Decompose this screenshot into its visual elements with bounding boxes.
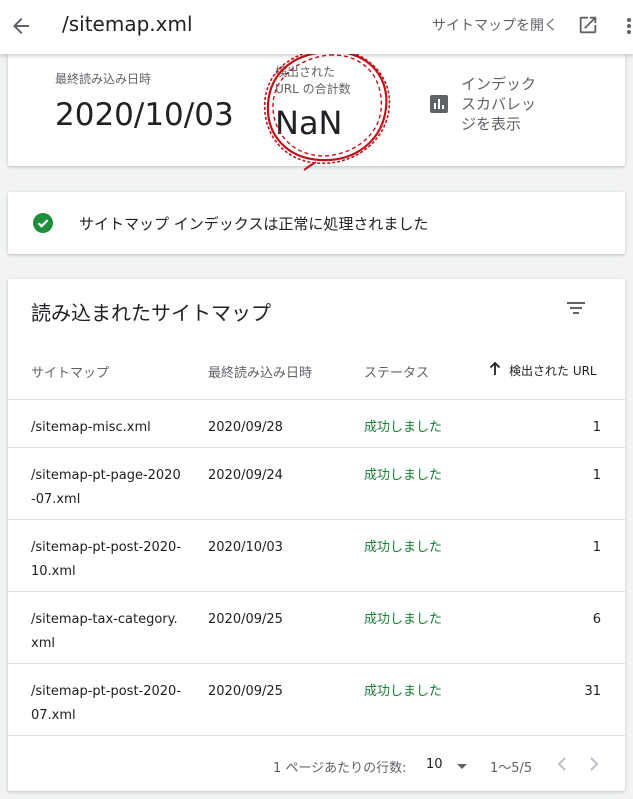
last-read-date: 2020/09/25: [208, 684, 283, 699]
sitemap-path: /sitemap-pt-page-2020-07.xml: [31, 468, 181, 507]
sitemaps-table-card: 読み込まれたサイトマップ サイトマップ 最終読み込み日時 ステータス 検出された…: [8, 279, 625, 791]
rows-per-page-select[interactable]: 10: [426, 757, 443, 772]
discovered-count: 1: [592, 540, 601, 555]
status-card: サイトマップ インデックスは正常に処理されました: [8, 192, 625, 254]
summary-card: 最終読み込み日時 2020/10/03 検出された URL の合計数 NaN イ…: [8, 47, 625, 171]
coverage-line3: ジを表示: [461, 115, 522, 133]
last-read-value: 2020/10/03: [55, 97, 234, 133]
last-read-date: 2020/10/03: [208, 540, 283, 555]
last-read-date: 2020/09/25: [208, 612, 283, 627]
more-vert-icon[interactable]: [621, 14, 633, 38]
column-header-sitemap[interactable]: サイトマップ: [31, 362, 109, 381]
discovered-count: 6: [592, 612, 601, 627]
page-range: 1〜5/5: [490, 761, 533, 776]
filter-icon[interactable]: [565, 298, 587, 318]
view-coverage-link[interactable]: インデック スカバレッ ジを表示: [461, 74, 536, 134]
coverage-line2: スカバレッ: [461, 95, 537, 113]
table-row[interactable]: /sitemap-pt-post-2020-10.xml 2020/10/03 …: [8, 519, 625, 591]
status-message: サイトマップ インデックスは正常に処理されました: [79, 215, 429, 233]
status-text: 成功しました: [364, 420, 443, 435]
column-header-last-read[interactable]: 最終読み込み日時: [208, 362, 312, 381]
discovered-label-line2: URL の合計数: [275, 82, 351, 96]
sitemap-path: /sitemap-misc.xml: [31, 420, 151, 435]
discovered-count: 31: [584, 684, 601, 699]
check-circle-icon: [33, 213, 53, 233]
sitemap-path: /sitemap-pt-post-2020-10.xml: [31, 540, 182, 579]
sitemap-path: /sitemap-tax-category.xml: [31, 612, 178, 651]
open-sitemap-link[interactable]: サイトマップを開く: [432, 15, 558, 35]
sort-ascending-icon[interactable]: [488, 361, 502, 377]
status-text: 成功しました: [364, 612, 443, 627]
coverage-line1: インデック: [461, 75, 537, 93]
top-app-bar: /sitemap.xml サイトマップを開く: [0, 0, 633, 54]
dropdown-caret-icon[interactable]: [456, 763, 468, 771]
table-title: 読み込まれたサイトマップ: [31, 301, 271, 325]
last-read-date: 2020/09/24: [208, 468, 283, 483]
table-row[interactable]: /sitemap-tax-category.xml 2020/09/25 成功し…: [8, 591, 625, 663]
table-row[interactable]: /sitemap-pt-post-2020-07.xml 2020/09/25 …: [8, 663, 625, 735]
rows-per-page-label: 1 ページあたりの行数:: [273, 761, 407, 776]
pagination-bar: 1 ページあたりの行数: 10 1〜5/5: [8, 735, 625, 791]
column-header-status[interactable]: ステータス: [364, 362, 429, 381]
last-read-label: 最終読み込み日時: [55, 72, 152, 86]
status-text: 成功しました: [364, 468, 443, 483]
page-title: /sitemap.xml: [62, 12, 193, 36]
chevron-left-icon[interactable]: [554, 754, 570, 774]
discovered-label-line1: 検出された: [275, 65, 336, 79]
open-in-new-icon[interactable]: [577, 14, 599, 36]
table-row[interactable]: /sitemap-pt-page-2020-07.xml 2020/09/24 …: [8, 447, 625, 519]
status-text: 成功しました: [364, 684, 443, 699]
discovered-url-value: NaN: [275, 104, 343, 142]
last-read-date: 2020/09/28: [208, 420, 283, 435]
sitemap-path: /sitemap-pt-post-2020-07.xml: [31, 684, 182, 723]
status-text: 成功しました: [364, 540, 443, 555]
bar-chart-icon[interactable]: [429, 94, 449, 114]
discovered-url-label: 検出された URL の合計数: [275, 64, 351, 98]
back-arrow-icon[interactable]: [9, 14, 33, 38]
table-row[interactable]: /sitemap-misc.xml 2020/09/28 成功しました 1: [8, 399, 625, 447]
chevron-right-icon[interactable]: [586, 754, 602, 774]
discovered-count: 1: [592, 420, 601, 435]
discovered-count: 1: [592, 468, 601, 483]
column-header-discovered-urls[interactable]: 検出された URL: [509, 362, 597, 379]
